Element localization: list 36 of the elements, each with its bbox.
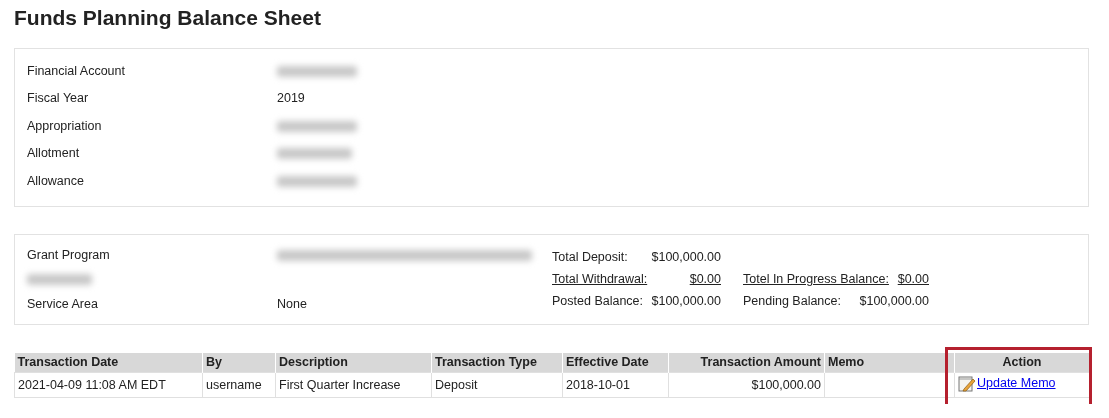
page-title: Funds Planning Balance Sheet (14, 6, 321, 30)
field-label: Grant Program (27, 247, 111, 262)
table-cell: Deposit (435, 377, 478, 392)
column-header: By (202, 353, 276, 372)
summary-amount: $100,000.00 (651, 293, 721, 308)
redacted-value (27, 274, 92, 286)
summary-amount: $100,000.00 (859, 293, 929, 308)
summary-amount-link[interactable]: $0.00 (897, 271, 929, 286)
column-header: Transaction Type (431, 353, 563, 372)
field-label: Fiscal Year (27, 91, 90, 106)
field-value: None (277, 296, 307, 311)
column-header: Memo (824, 353, 955, 372)
notepad-pencil-icon (958, 374, 976, 392)
table-cell: First Quarter Increase (279, 377, 401, 392)
column-header: Transaction Amount (668, 353, 825, 372)
field-value: 2019 (277, 91, 305, 106)
field-label: Appropriation (27, 118, 103, 133)
table-cell: $100,000.00 (751, 377, 821, 392)
table-cell: 2018-10-01 (566, 377, 630, 392)
field-label: Allowance (27, 173, 85, 188)
column-header: Description (275, 353, 432, 372)
summary-amount-link[interactable]: $0.00 (689, 271, 721, 286)
summary-label: Posted Balance: (552, 293, 644, 308)
summary-label: Pending Balance: (743, 293, 841, 308)
column-header: Action (954, 353, 1090, 372)
summary-label-link[interactable]: Totel In Progress Balance: (743, 271, 889, 286)
table-cell: 2021-04-09 11:08 AM EDT (18, 377, 166, 392)
field-label: Service Area (27, 296, 99, 311)
column-header: Transaction Date (14, 353, 203, 372)
summary-label-link[interactable]: Total Withdrawal: (552, 271, 648, 286)
table-cell: username (206, 377, 262, 392)
column-header: Effective Date (562, 353, 669, 372)
summary-amount: $100,000.00 (651, 249, 721, 264)
field-label: Allotment (27, 146, 81, 161)
field-label: Financial Account (27, 63, 126, 78)
summary-label: Total Deposit: (552, 249, 628, 264)
